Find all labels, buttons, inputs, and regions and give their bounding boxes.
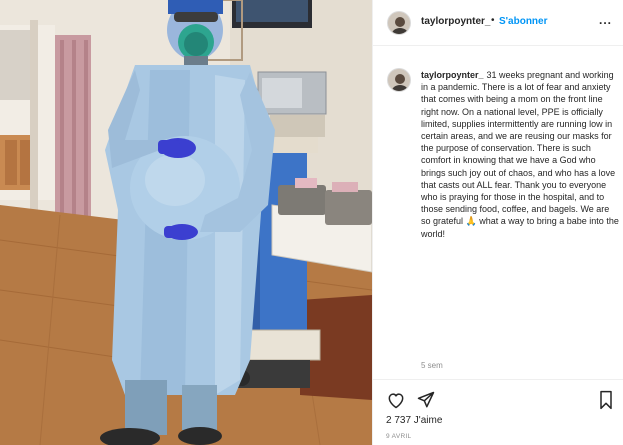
heart-icon[interactable] xyxy=(386,390,406,410)
post-actions: 2 737 J'aime 9 AVRIL xyxy=(373,380,623,445)
post-image xyxy=(0,0,372,445)
caption-area: taylorpoynter_ 31 weeks pregnant and work… xyxy=(373,47,623,380)
caption-text: 31 weeks pregnant and working in a pande… xyxy=(421,70,619,239)
share-icon[interactable] xyxy=(416,390,436,410)
bookmark-icon[interactable] xyxy=(597,390,615,410)
post-photo xyxy=(0,0,372,445)
avatar[interactable] xyxy=(387,11,411,35)
caption-username[interactable]: taylorpoynter_ xyxy=(421,70,484,80)
separator-dot: • xyxy=(491,15,495,26)
avatar-image xyxy=(388,12,410,34)
post-username[interactable]: taylorpoynter_ xyxy=(421,16,490,27)
post-date[interactable]: 9 AVRIL xyxy=(386,433,411,440)
caption-avatar[interactable] xyxy=(387,68,411,92)
like-count[interactable]: 2 737 J'aime xyxy=(386,415,442,426)
post-caption: taylorpoynter_ 31 weeks pregnant and work… xyxy=(421,69,619,240)
post-side-panel: taylorpoynter_ • S'abonner ... taylorpoy… xyxy=(372,0,623,445)
post-header: taylorpoynter_ • S'abonner ... xyxy=(373,0,623,46)
more-icon[interactable]: ... xyxy=(599,13,612,27)
avatar-image xyxy=(388,69,410,91)
follow-button[interactable]: S'abonner xyxy=(499,16,548,27)
post-time-ago[interactable]: 5 sem xyxy=(421,361,443,370)
